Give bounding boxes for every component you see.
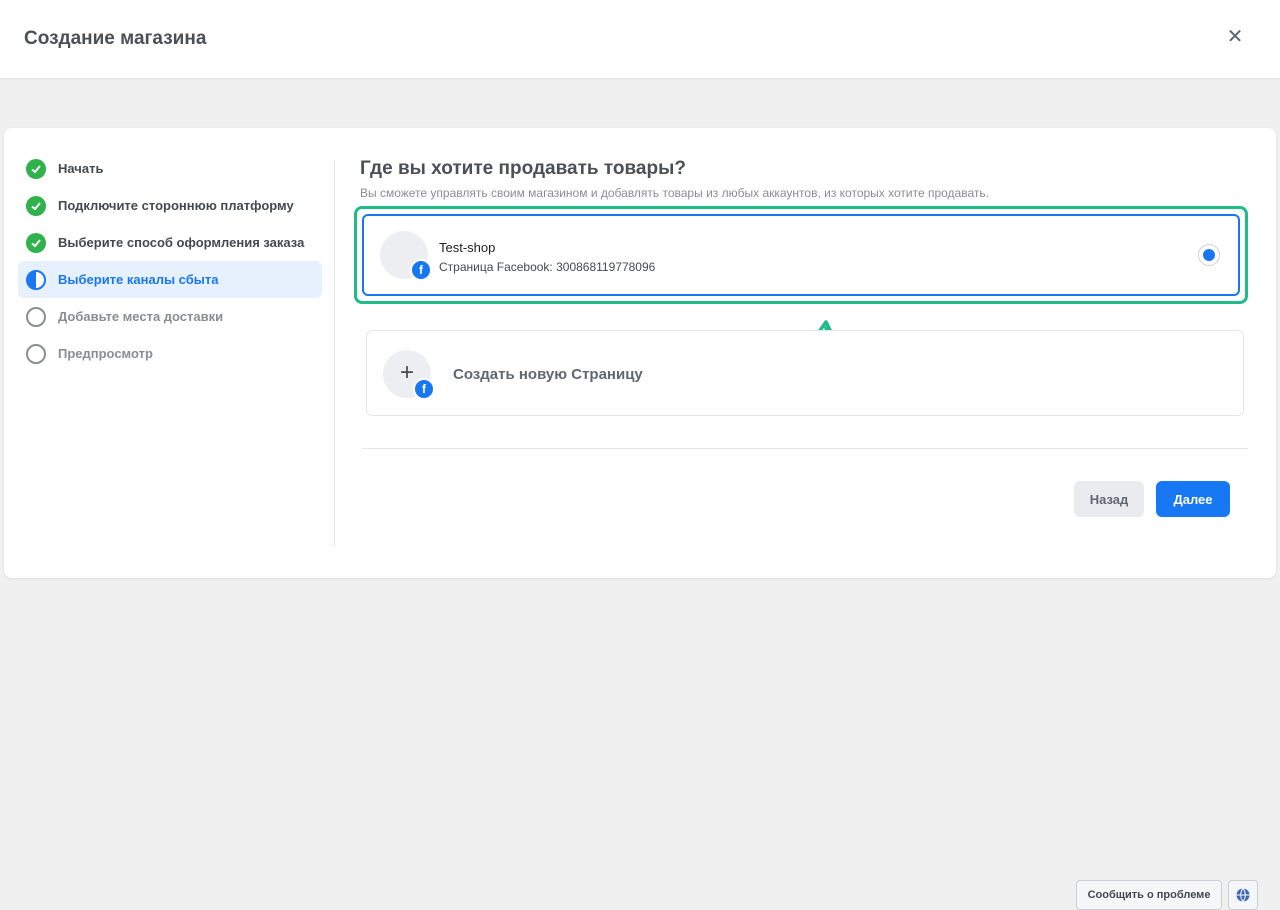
horizontal-divider xyxy=(362,448,1248,449)
section-title: Где вы хотите продавать товары? xyxy=(360,158,686,179)
back-button[interactable]: Назад xyxy=(1074,481,1144,517)
globe-icon[interactable] xyxy=(1228,880,1258,910)
setup-card: Начать Подключите стороннюю платформу Вы… xyxy=(4,128,1276,578)
vertical-divider xyxy=(334,160,335,546)
top-bar: Создание магазина ✕ xyxy=(0,0,1280,78)
facebook-icon: f xyxy=(410,259,432,281)
step-shipping-locations[interactable]: Добавьте места доставки xyxy=(18,298,322,335)
page-type-label: Страница xyxy=(439,260,494,274)
avatar: f xyxy=(380,231,432,281)
next-button[interactable]: Далее xyxy=(1156,481,1230,517)
half-circle-icon xyxy=(26,269,46,290)
step-label: Выберите способ оформления заказа xyxy=(58,235,305,250)
report-problem-button[interactable]: Сообщить о проблеме xyxy=(1076,880,1222,910)
create-page-option[interactable]: + f Создать новую Страницу xyxy=(366,330,1244,416)
plus-icon: + f xyxy=(383,350,435,400)
step-start[interactable]: Начать xyxy=(18,150,322,187)
page-meta: Страница Facebook: 300868119778096 xyxy=(439,260,655,274)
step-preview[interactable]: Предпросмотр xyxy=(18,335,322,372)
step-checkout-method[interactable]: Выберите способ оформления заказа xyxy=(18,224,322,261)
section-subtitle: Вы сможете управлять своим магазином и д… xyxy=(360,186,989,200)
radio-selected-dot xyxy=(1203,249,1215,261)
step-label: Подключите стороннюю платформу xyxy=(58,198,294,213)
close-icon[interactable]: ✕ xyxy=(1226,27,1244,47)
steps-list: Начать Подключите стороннюю платформу Вы… xyxy=(18,150,322,372)
create-page-label: Создать новую Страницу xyxy=(453,366,643,383)
page-option-test-shop[interactable]: f Test-shop Страница Facebook: 300868119… xyxy=(362,214,1240,296)
step-sales-channels[interactable]: Выберите каналы сбыта xyxy=(18,261,322,298)
check-icon xyxy=(26,158,46,179)
page-name: Test-shop xyxy=(439,240,496,255)
radio-button[interactable] xyxy=(1198,244,1220,266)
check-icon xyxy=(26,195,46,216)
step-label: Предпросмотр xyxy=(58,346,153,361)
main-panel: Где вы хотите продавать товары? Вы сможе… xyxy=(354,158,1250,517)
step-label: Выберите каналы сбыта xyxy=(58,272,219,287)
empty-circle-icon xyxy=(26,306,46,327)
page-id-label: Facebook: 300868119778096 xyxy=(496,260,656,274)
check-icon xyxy=(26,232,46,253)
facebook-icon: f xyxy=(413,378,435,400)
empty-circle-icon xyxy=(26,343,46,364)
step-label: Начать xyxy=(58,161,104,176)
step-connect-platform[interactable]: Подключите стороннюю платформу xyxy=(18,187,322,224)
page-title: Создание магазина xyxy=(24,28,207,49)
step-label: Добавьте места доставки xyxy=(58,309,224,324)
